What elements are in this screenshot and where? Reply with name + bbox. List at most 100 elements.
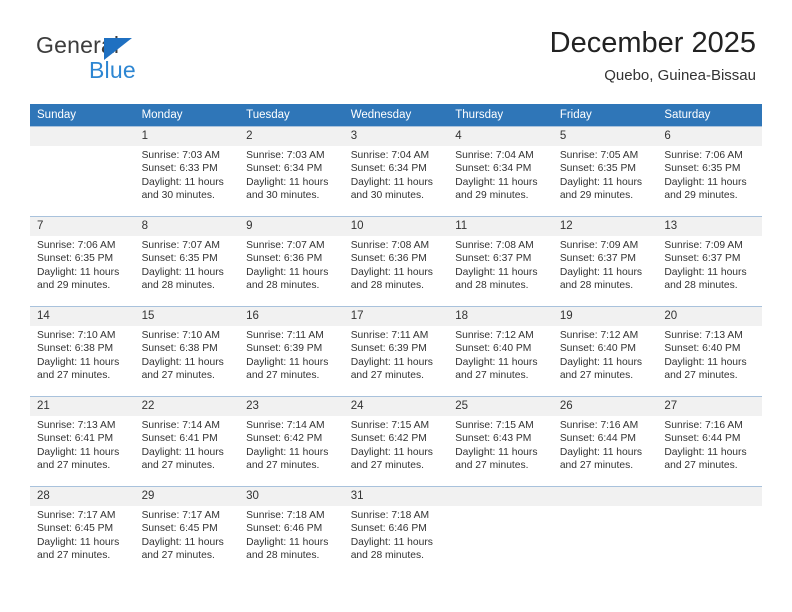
day-cell-inner: 7 Sunrise: 7:06 AM Sunset: 6:35 PM Daylight…	[30, 217, 135, 306]
calendar-day-cell[interactable]: 7 Sunrise: 7:06 AM Sunset: 6:35 PM Daylight…	[30, 216, 135, 307]
calendar-day-cell[interactable]: 23 Sunrise: 7:14 AM Sunset: 6:42 PM Dayligh…	[239, 396, 344, 487]
calendar-week-row: 1 Sunrise: 7:03 AM Sunset: 6:33 PM Daylight…	[30, 126, 762, 217]
sunset-text: Sunset: 6:45 PM	[37, 523, 114, 535]
daylight-text-line1: Daylight: 11 hours	[350, 266, 433, 278]
calendar-day-cell[interactable]: 13 Sunrise: 7:09 AM Sunset: 6:37 PM Dayligh…	[657, 216, 762, 307]
day-number	[657, 487, 762, 506]
sunset-text: Sunset: 6:44 PM	[559, 433, 636, 445]
day-number: 12	[552, 217, 658, 236]
calendar-day-cell[interactable]: 29 Sunrise: 7:17 AM Sunset: 6:45 PM Dayligh…	[134, 486, 240, 577]
daylight-text-line1: Daylight: 11 hours	[664, 446, 747, 458]
calendar-day-cell[interactable]: 14 Sunrise: 7:10 AM Sunset: 6:38 PM Dayligh…	[30, 306, 135, 397]
calendar-day-cell[interactable]: 27 Sunrise: 7:16 AM Sunset: 6:44 PM Dayligh…	[657, 396, 762, 487]
day-cell-inner	[448, 487, 553, 576]
daylight-text-line1: Daylight: 11 hours	[37, 446, 120, 458]
sunset-text: Sunset: 6:34 PM	[455, 163, 532, 175]
day-number: 30	[239, 487, 344, 506]
calendar-day-cell[interactable]: 6 Sunrise: 7:06 AM Sunset: 6:35 PM Daylight…	[657, 126, 762, 217]
calendar-day-cell[interactable]: 17 Sunrise: 7:11 AM Sunset: 6:39 PM Dayligh…	[343, 306, 449, 397]
daylight-text-line1: Daylight: 11 hours	[141, 266, 224, 278]
sunrise-text: Sunrise: 7:08 AM	[350, 240, 430, 251]
calendar-day-cell[interactable]: 24 Sunrise: 7:15 AM Sunset: 6:42 PM Dayligh…	[343, 396, 449, 487]
calendar-day-cell[interactable]: 20 Sunrise: 7:13 AM Sunset: 6:40 PM Dayligh…	[657, 306, 762, 397]
day-cell-inner: 13 Sunrise: 7:09 AM Sunset: 6:37 PM Dayligh…	[657, 217, 762, 306]
day-number: 23	[239, 397, 344, 416]
calendar-day-cell[interactable]: 11 Sunrise: 7:08 AM Sunset: 6:37 PM Dayligh…	[448, 216, 553, 307]
weekday-header-saturday: Saturday	[657, 104, 762, 127]
sunset-text: Sunset: 6:37 PM	[455, 253, 532, 265]
sunrise-text: Sunrise: 7:07 AM	[141, 240, 220, 251]
day-details: Sunrise: 7:14 AM Sunset: 6:42 PM Daylight:…	[239, 416, 344, 472]
calendar-day-cell[interactable]: 10 Sunrise: 7:08 AM Sunset: 6:36 PM Dayligh…	[343, 216, 449, 307]
sunset-text: Sunset: 6:35 PM	[141, 253, 218, 265]
sunset-text: Sunset: 6:36 PM	[350, 253, 427, 265]
day-number: 7	[30, 217, 135, 236]
calendar-day-cell[interactable]: 21 Sunrise: 7:13 AM Sunset: 6:41 PM Dayligh…	[30, 396, 135, 487]
sunset-text: Sunset: 6:44 PM	[664, 433, 741, 445]
day-details: Sunrise: 7:07 AM Sunset: 6:35 PM Daylight:…	[135, 236, 240, 292]
sunrise-text: Sunrise: 7:13 AM	[37, 420, 116, 431]
day-number: 1	[134, 127, 240, 146]
daylight-text-line1: Daylight: 11 hours	[141, 446, 224, 458]
daylight-text-line1: Daylight: 11 hours	[559, 446, 643, 458]
day-number: 17	[343, 307, 449, 326]
day-number: 18	[448, 307, 553, 326]
day-details: Sunrise: 7:16 AM Sunset: 6:44 PM Daylight:…	[553, 416, 658, 472]
calendar-day-cell[interactable]: 16 Sunrise: 7:11 AM Sunset: 6:39 PM Dayligh…	[239, 306, 344, 397]
daylight-text-line2: and 27 minutes.	[37, 459, 111, 471]
page-subtitle: Quebo, Guinea-Bissau	[604, 67, 756, 84]
calendar-day-cell[interactable]: 30 Sunrise: 7:18 AM Sunset: 6:46 PM Dayligh…	[239, 486, 344, 577]
calendar-day-cell[interactable]: 19 Sunrise: 7:12 AM Sunset: 6:40 PM Dayligh…	[552, 306, 658, 397]
calendar-day-cell[interactable]: 4 Sunrise: 7:04 AM Sunset: 6:34 PM Daylight…	[448, 126, 553, 217]
day-details: Sunrise: 7:06 AM Sunset: 6:35 PM Daylight:…	[30, 236, 135, 292]
calendar-day-cell[interactable]: 26 Sunrise: 7:16 AM Sunset: 6:44 PM Dayligh…	[552, 396, 658, 487]
day-cell-inner: 28 Sunrise: 7:17 AM Sunset: 6:45 PM Dayligh…	[30, 487, 135, 576]
sunset-text: Sunset: 6:38 PM	[37, 343, 114, 355]
calendar-day-cell[interactable]: 1 Sunrise: 7:03 AM Sunset: 6:33 PM Daylight…	[134, 126, 240, 217]
sunrise-text: Sunrise: 7:09 AM	[559, 240, 639, 251]
day-cell-inner: 1 Sunrise: 7:03 AM Sunset: 6:33 PM Daylight…	[134, 127, 240, 216]
daylight-text-line1: Daylight: 11 hours	[559, 356, 643, 368]
day-cell-inner: 11 Sunrise: 7:08 AM Sunset: 6:37 PM Dayligh…	[448, 217, 553, 306]
calendar-day-cell[interactable]: 12 Sunrise: 7:09 AM Sunset: 6:37 PM Dayligh…	[552, 216, 658, 307]
calendar-day-cell[interactable]: 18 Sunrise: 7:12 AM Sunset: 6:40 PM Dayligh…	[448, 306, 553, 397]
weekday-header-wednesday: Wednesday	[343, 104, 449, 127]
day-cell-inner: 18 Sunrise: 7:12 AM Sunset: 6:40 PM Dayligh…	[448, 307, 553, 396]
calendar-day-cell[interactable]: 9 Sunrise: 7:07 AM Sunset: 6:36 PM Daylight…	[239, 216, 344, 307]
calendar-day-cell[interactable]: 15 Sunrise: 7:10 AM Sunset: 6:38 PM Dayligh…	[134, 306, 240, 397]
daylight-text-line2: and 29 minutes.	[37, 279, 111, 291]
daylight-text-line2: and 28 minutes.	[350, 549, 424, 561]
day-number: 3	[343, 127, 449, 146]
calendar-week-row: 14 Sunrise: 7:10 AM Sunset: 6:38 PM Dayligh…	[30, 306, 762, 397]
sunrise-text: Sunrise: 7:11 AM	[350, 330, 429, 341]
calendar-empty-cell	[552, 486, 658, 577]
sunset-text: Sunset: 6:41 PM	[141, 433, 218, 445]
sunset-text: Sunset: 6:43 PM	[455, 433, 532, 445]
daylight-text-line1: Daylight: 11 hours	[559, 266, 643, 278]
daylight-text-line1: Daylight: 11 hours	[37, 536, 120, 548]
calendar-day-cell[interactable]: 2 Sunrise: 7:03 AM Sunset: 6:34 PM Daylight…	[239, 126, 344, 217]
calendar-day-cell[interactable]: 22 Sunrise: 7:14 AM Sunset: 6:41 PM Dayligh…	[134, 396, 240, 487]
daylight-text-line1: Daylight: 11 hours	[455, 176, 538, 188]
daylight-text-line1: Daylight: 11 hours	[246, 356, 329, 368]
sunrise-text: Sunrise: 7:18 AM	[350, 510, 430, 521]
daylight-text-line2: and 28 minutes.	[246, 279, 320, 291]
calendar-day-cell[interactable]: 3 Sunrise: 7:04 AM Sunset: 6:34 PM Daylight…	[343, 126, 449, 217]
day-number: 20	[657, 307, 762, 326]
daylight-text-line1: Daylight: 11 hours	[141, 356, 224, 368]
day-details: Sunrise: 7:17 AM Sunset: 6:45 PM Daylight:…	[30, 506, 135, 562]
daylight-text-line2: and 27 minutes.	[141, 459, 215, 471]
sunset-text: Sunset: 6:40 PM	[455, 343, 532, 355]
day-number	[30, 127, 135, 146]
calendar-day-cell[interactable]: 8 Sunrise: 7:07 AM Sunset: 6:35 PM Daylight…	[134, 216, 240, 307]
sunset-text: Sunset: 6:39 PM	[350, 343, 427, 355]
sunset-text: Sunset: 6:40 PM	[664, 343, 741, 355]
calendar-day-cell[interactable]: 31 Sunrise: 7:18 AM Sunset: 6:46 PM Dayligh…	[343, 486, 449, 577]
sunset-text: Sunset: 6:36 PM	[246, 253, 323, 265]
weekday-header-monday: Monday	[134, 104, 240, 127]
daylight-text-line1: Daylight: 11 hours	[246, 536, 329, 548]
calendar-day-cell[interactable]: 25 Sunrise: 7:15 AM Sunset: 6:43 PM Dayligh…	[448, 396, 553, 487]
calendar-day-cell[interactable]: 5 Sunrise: 7:05 AM Sunset: 6:35 PM Daylight…	[552, 126, 658, 217]
day-details: Sunrise: 7:08 AM Sunset: 6:36 PM Daylight:…	[344, 236, 449, 292]
calendar-day-cell[interactable]: 28 Sunrise: 7:17 AM Sunset: 6:45 PM Dayligh…	[30, 486, 135, 577]
